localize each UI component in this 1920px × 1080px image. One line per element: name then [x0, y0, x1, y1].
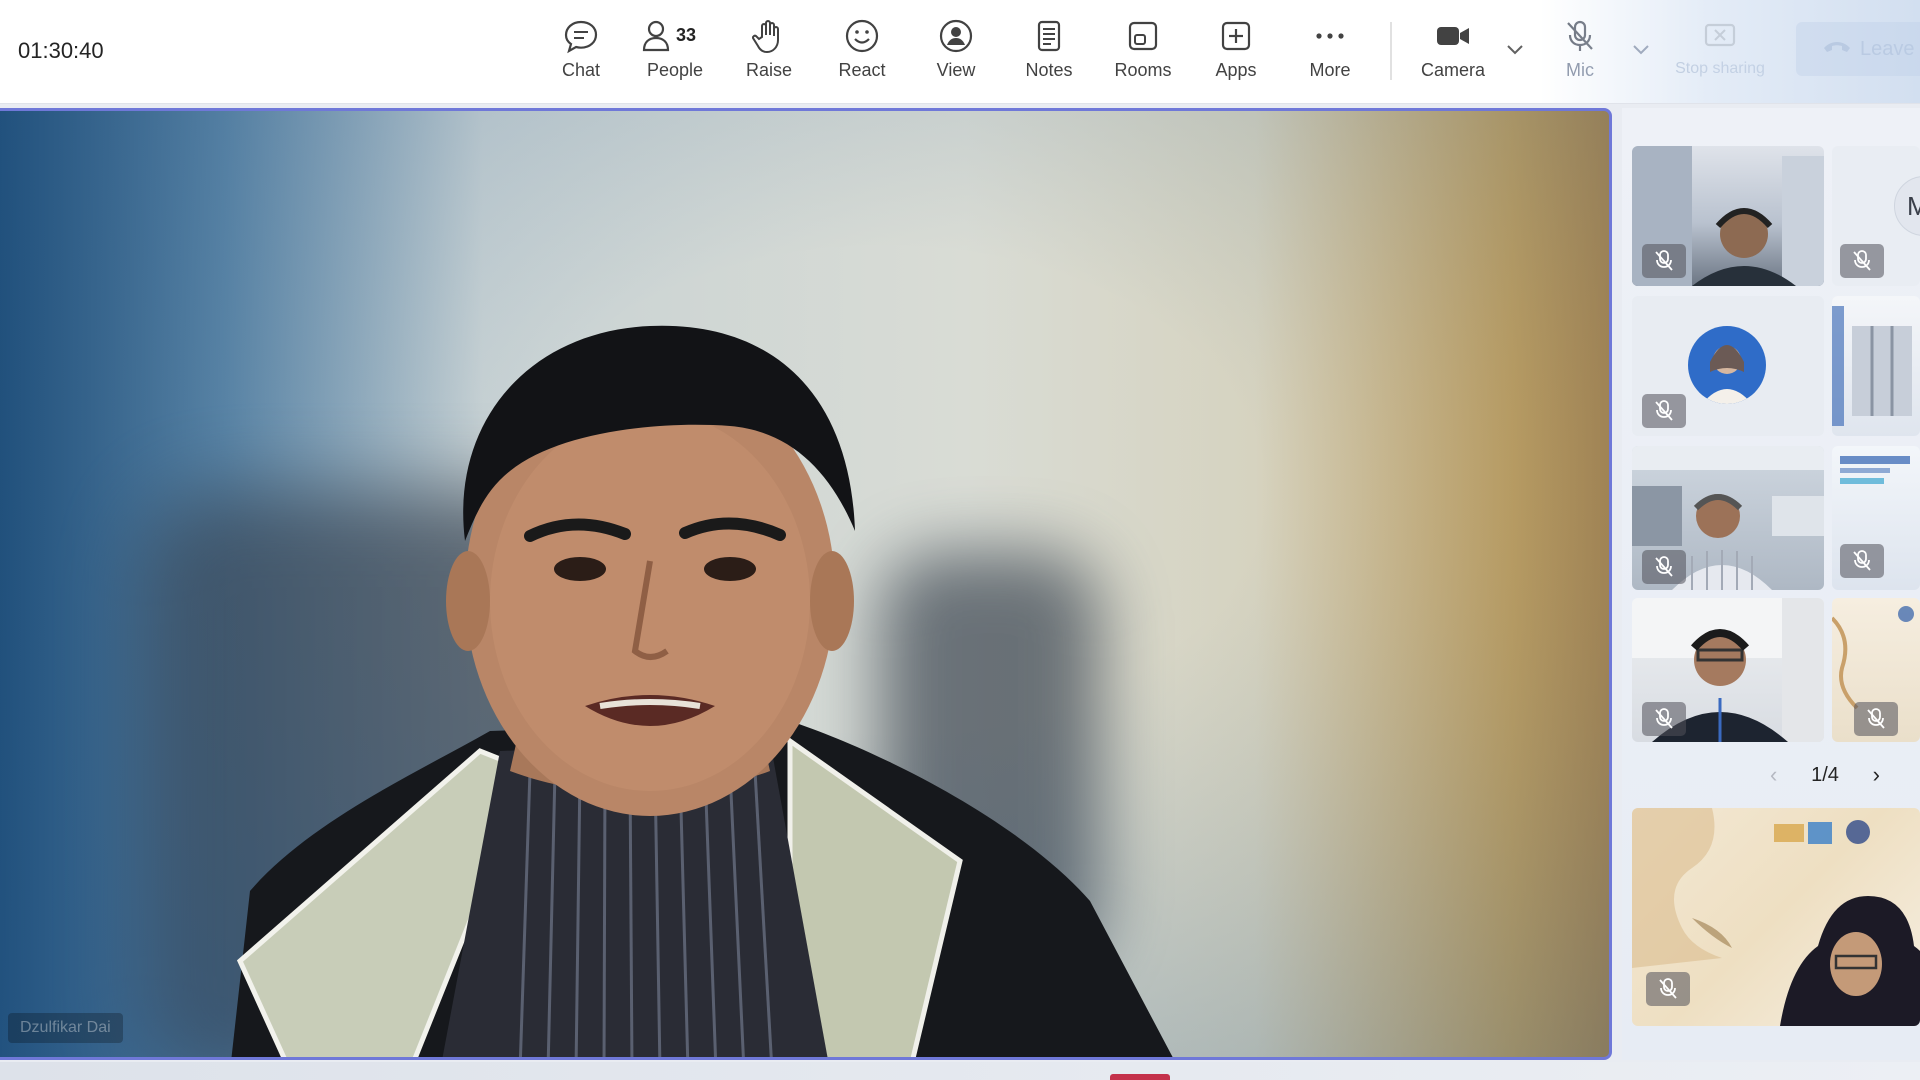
more-label: More	[1309, 60, 1351, 80]
raise-label: Raise	[745, 60, 793, 80]
mic-muted-icon	[1642, 550, 1686, 584]
apps-label: Apps	[1215, 60, 1257, 80]
avatar	[1688, 326, 1766, 404]
mic-muted-icon	[1854, 702, 1898, 736]
meeting-timer: 01:30:40	[18, 38, 104, 63]
participant-tile[interactable]	[1632, 446, 1824, 590]
mic-options-chevron-icon[interactable]	[1628, 36, 1654, 62]
participant-tile[interactable]	[1832, 296, 1920, 436]
stop-sharing-button[interactable]: Stop sharing	[1660, 14, 1780, 92]
active-speaker-video[interactable]: Dzulfikar Dai	[0, 108, 1612, 1060]
avatar-initial: M	[1894, 176, 1920, 236]
people-count: 33	[676, 25, 697, 45]
chat-button[interactable]: Chat	[535, 14, 627, 92]
people-button[interactable]: 33 People	[629, 14, 721, 92]
camera-label: Camera	[1420, 60, 1486, 80]
notes-button[interactable]: Notes	[1003, 14, 1095, 92]
smiley-icon	[844, 14, 880, 58]
participant-tile[interactable]	[1632, 146, 1824, 286]
react-button[interactable]: React	[816, 14, 908, 92]
apps-button[interactable]: Apps	[1190, 14, 1282, 92]
speaker-name-label: Dzulfikar Dai	[8, 1013, 123, 1043]
self-video-tile[interactable]	[1632, 808, 1920, 1026]
rooms-icon	[1125, 14, 1161, 58]
people-label: People	[646, 60, 704, 80]
mic-muted-icon	[1642, 244, 1686, 278]
leave-button[interactable]: Leave	[1796, 22, 1920, 76]
rooms-button[interactable]: Rooms	[1097, 14, 1189, 92]
toolbar-divider	[1390, 22, 1392, 80]
phone-hangup-icon	[1822, 36, 1852, 62]
notes-label: Notes	[1025, 60, 1073, 80]
view-label: View	[936, 60, 976, 80]
rooms-label: Rooms	[1114, 60, 1172, 80]
more-icon	[1312, 14, 1348, 58]
raise-hand-button[interactable]: Raise	[723, 14, 815, 92]
mic-muted-icon	[1562, 14, 1598, 58]
more-button[interactable]: More	[1284, 14, 1376, 92]
next-page-chevron-icon[interactable]: ›	[1873, 762, 1880, 788]
react-label: React	[838, 60, 886, 80]
chat-label: Chat	[561, 60, 601, 80]
participant-tile[interactable]: M	[1832, 146, 1920, 286]
page-indicator: 1/4	[1811, 763, 1839, 786]
camera-icon	[1434, 14, 1472, 58]
mic-muted-icon	[1840, 244, 1884, 278]
participant-tile[interactable]	[1632, 296, 1824, 436]
mic-muted-icon	[1840, 544, 1884, 578]
participant-tile[interactable]	[1832, 598, 1920, 742]
participant-video	[1832, 306, 1912, 426]
participant-tile[interactable]	[1832, 446, 1920, 590]
speaker-figure	[231, 325, 1173, 1057]
participant-tile[interactable]	[1632, 598, 1824, 742]
recording-indicator	[1110, 1074, 1170, 1080]
mic-button[interactable]: Mic	[1534, 14, 1626, 92]
view-button[interactable]: View	[910, 14, 1002, 92]
leave-label: Leave	[1860, 37, 1915, 60]
mic-muted-icon	[1642, 394, 1686, 428]
previous-page-chevron-icon[interactable]: ‹	[1770, 762, 1777, 788]
camera-button[interactable]: Camera	[1407, 14, 1499, 92]
people-icon: 33	[640, 14, 710, 58]
bottom-strip	[0, 1062, 1920, 1080]
view-icon	[938, 14, 974, 58]
add-app-icon	[1218, 14, 1254, 58]
notes-icon	[1031, 14, 1067, 58]
stop-share-icon	[1702, 14, 1738, 58]
raise-hand-icon	[751, 14, 787, 58]
chat-icon	[563, 14, 599, 58]
mic-label: Mic	[1566, 60, 1594, 80]
camera-options-chevron-icon[interactable]	[1502, 36, 1528, 62]
stop-sharing-label: Stop sharing	[1675, 60, 1765, 77]
mic-muted-icon	[1646, 972, 1690, 1006]
gallery-pager: ‹ 1/4 ›	[1770, 760, 1880, 790]
mic-muted-icon	[1642, 702, 1686, 736]
meeting-toolbar: 01:30:40 Chat 33 People Raise React View	[0, 0, 1920, 104]
